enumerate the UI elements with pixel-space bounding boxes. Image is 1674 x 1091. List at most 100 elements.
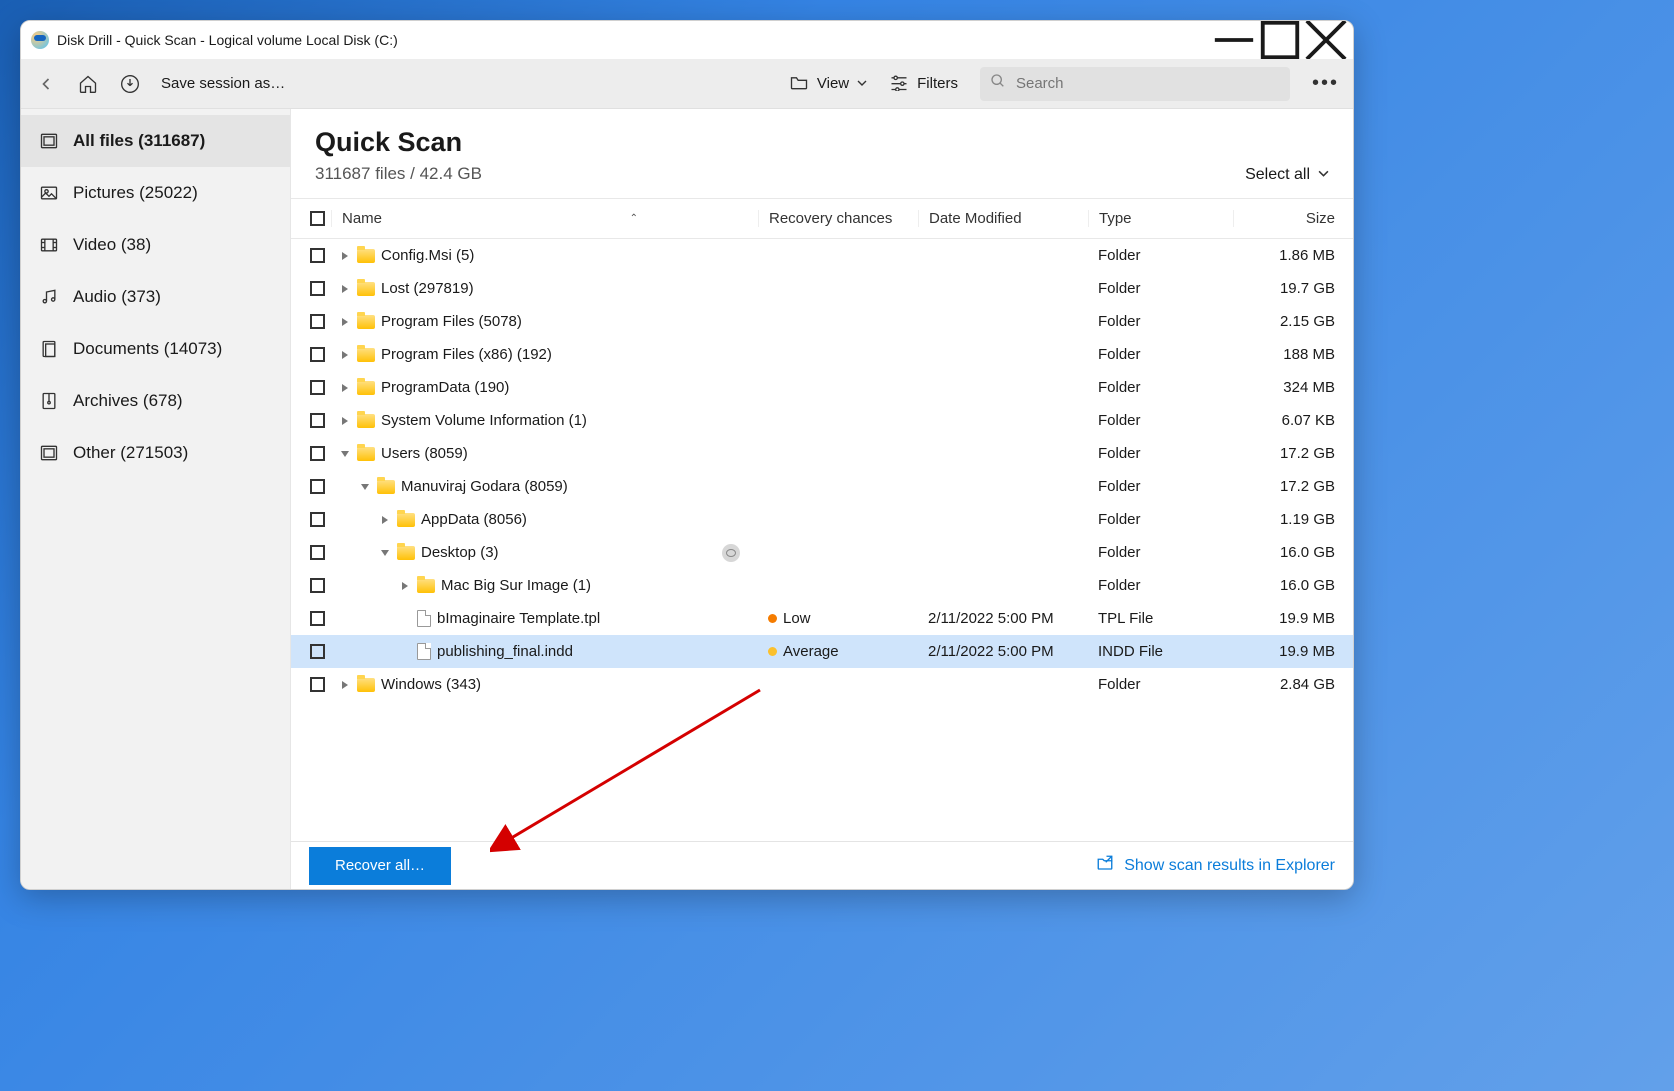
row-checkbox[interactable] (310, 446, 325, 461)
row-size: 16.0 GB (1233, 577, 1353, 594)
sidebar-item-other[interactable]: Other (271503) (21, 427, 290, 479)
sidebar-item-label: Archives (678) (73, 391, 183, 411)
expander-icon[interactable] (359, 481, 371, 493)
folder-icon (417, 579, 435, 593)
maximize-button[interactable] (1257, 24, 1303, 56)
table-row[interactable]: publishing_final.indd Average 2/11/2022 … (291, 635, 1353, 668)
table-row[interactable]: Program Files (x86) (192) Folder 188 MB (291, 338, 1353, 371)
sliders-icon (889, 73, 909, 95)
window-controls (1211, 24, 1349, 56)
file-name: Mac Big Sur Image (1) (441, 577, 591, 594)
recovery-label: Low (783, 610, 811, 627)
column-size[interactable]: Size (1233, 210, 1353, 227)
row-name: System Volume Information (1) (339, 412, 587, 429)
file-name: Desktop (3) (421, 544, 499, 561)
table-row[interactable]: AppData (8056) Folder 1.19 GB (291, 503, 1353, 536)
expander-icon[interactable] (339, 679, 351, 691)
table-row[interactable]: bImaginaire Template.tpl Low 2/11/2022 5… (291, 602, 1353, 635)
row-checkbox[interactable] (310, 512, 325, 527)
row-name: Users (8059) (339, 445, 468, 462)
folder-icon (357, 315, 375, 329)
table-row[interactable]: Config.Msi (5) Folder 1.86 MB (291, 239, 1353, 272)
save-session-button[interactable]: Save session as… (161, 75, 285, 92)
sidebar: All files (311687)Pictures (25022)Video … (21, 109, 291, 889)
search-box[interactable] (980, 67, 1290, 101)
sidebar-item-video[interactable]: Video (38) (21, 219, 290, 271)
preview-icon[interactable] (722, 544, 740, 562)
expander-icon[interactable] (339, 250, 351, 262)
expander-icon[interactable] (379, 514, 391, 526)
folder-icon (357, 381, 375, 395)
home-button[interactable] (77, 73, 99, 95)
search-icon (990, 73, 1006, 94)
expander-icon[interactable] (339, 349, 351, 361)
chevron-down-icon (1318, 166, 1329, 184)
expander-icon[interactable] (379, 547, 391, 559)
row-size: 19.9 MB (1233, 610, 1353, 627)
column-type[interactable]: Type (1088, 210, 1233, 227)
app-window: Disk Drill - Quick Scan - Logical volume… (20, 20, 1354, 890)
filters-button[interactable]: Filters (889, 73, 958, 95)
row-type: Folder (1088, 412, 1233, 429)
expander-icon[interactable] (339, 448, 351, 460)
more-button[interactable]: ••• (1312, 72, 1339, 95)
close-button[interactable] (1303, 24, 1349, 56)
column-date[interactable]: Date Modified (918, 210, 1088, 227)
row-checkbox[interactable] (310, 380, 325, 395)
table-row[interactable]: System Volume Information (1) Folder 6.0… (291, 404, 1353, 437)
select-all-button[interactable]: Select all (1245, 166, 1329, 184)
row-checkbox[interactable] (310, 644, 325, 659)
column-recovery[interactable]: Recovery chances (758, 210, 918, 227)
row-name: Desktop (3) (379, 544, 499, 561)
view-button[interactable]: View (789, 73, 867, 95)
sidebar-item-pictures[interactable]: Pictures (25022) (21, 167, 290, 219)
table-row[interactable]: Desktop (3) Folder 16.0 GB (291, 536, 1353, 569)
file-name: AppData (8056) (421, 511, 527, 528)
row-checkbox[interactable] (310, 578, 325, 593)
sidebar-item-allfiles[interactable]: All files (311687) (21, 115, 290, 167)
recover-all-button[interactable]: Recover all… (309, 847, 451, 885)
row-checkbox[interactable] (310, 611, 325, 626)
sidebar-item-documents[interactable]: Documents (14073) (21, 323, 290, 375)
table-row[interactable]: Mac Big Sur Image (1) Folder 16.0 GB (291, 569, 1353, 602)
column-name[interactable]: Name ⌃ (331, 210, 758, 227)
table-row[interactable]: Windows (343) Folder 2.84 GB (291, 668, 1353, 701)
show-in-explorer-link[interactable]: Show scan results in Explorer (1096, 854, 1335, 877)
expander-icon[interactable] (339, 283, 351, 295)
row-checkbox[interactable] (310, 314, 325, 329)
table-row[interactable]: Lost (297819) Folder 19.7 GB (291, 272, 1353, 305)
row-name: Program Files (5078) (339, 313, 522, 330)
row-checkbox[interactable] (310, 545, 325, 560)
table-row[interactable]: ProgramData (190) Folder 324 MB (291, 371, 1353, 404)
row-checkbox[interactable] (310, 479, 325, 494)
download-button[interactable] (119, 73, 141, 95)
row-recovery: Average (758, 643, 918, 660)
table-row[interactable]: Users (8059) Folder 17.2 GB (291, 437, 1353, 470)
footer: Recover all… Show scan results in Explor… (291, 841, 1353, 889)
back-button[interactable] (35, 73, 57, 95)
video-icon (39, 235, 59, 255)
search-input[interactable] (1014, 74, 1280, 93)
sidebar-item-audio[interactable]: Audio (373) (21, 271, 290, 323)
select-all-checkbox[interactable] (310, 211, 325, 226)
expander-icon[interactable] (339, 316, 351, 328)
expander-icon[interactable] (399, 580, 411, 592)
row-name: Windows (343) (339, 676, 481, 693)
row-date: 2/11/2022 5:00 PM (918, 643, 1088, 660)
row-checkbox[interactable] (310, 347, 325, 362)
row-checkbox[interactable] (310, 413, 325, 428)
table-row[interactable]: Program Files (5078) Folder 2.15 GB (291, 305, 1353, 338)
file-name: Program Files (x86) (192) (381, 346, 552, 363)
expander-icon[interactable] (339, 382, 351, 394)
sidebar-item-archives[interactable]: Archives (678) (21, 375, 290, 427)
minimize-button[interactable] (1211, 24, 1257, 56)
view-label: View (817, 75, 849, 92)
row-checkbox[interactable] (310, 248, 325, 263)
row-checkbox[interactable] (310, 677, 325, 692)
file-icon (417, 610, 431, 627)
expander-icon[interactable] (339, 415, 351, 427)
table-row[interactable]: Manuviraj Godara (8059) Folder 17.2 GB (291, 470, 1353, 503)
row-checkbox[interactable] (310, 281, 325, 296)
row-size: 16.0 GB (1233, 544, 1353, 561)
row-type: INDD File (1088, 643, 1233, 660)
